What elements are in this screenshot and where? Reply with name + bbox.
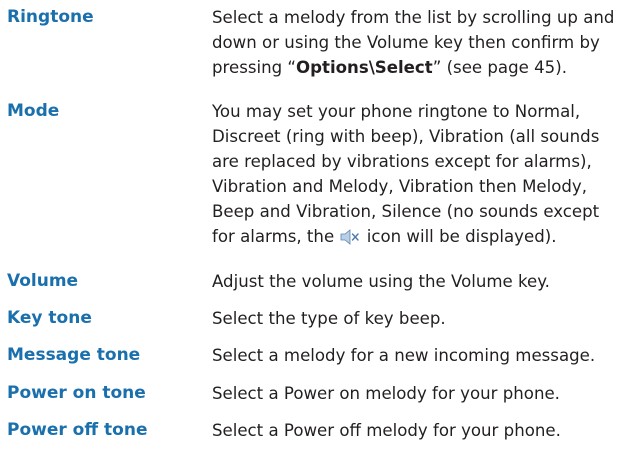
term-power-off-tone: Power off tone (7, 420, 148, 440)
desc-text: for alarms, the (212, 227, 340, 246)
term-message-tone: Message tone (7, 345, 141, 365)
desc-line: Select a Power on melody for your phone. (212, 384, 560, 403)
desc-line: pressing “Options\Select” (see page 45). (212, 55, 644, 80)
desc-volume: Adjust the volume using the Volume key. (212, 269, 644, 294)
desc-line: Vibration and Melody, Vibration then Mel… (212, 177, 587, 196)
term-ringtone: Ringtone (7, 7, 94, 27)
desc-line: Select the type of key beep. (212, 309, 446, 328)
term-key-tone: Key tone (7, 308, 92, 328)
desc-line: You may set your phone ringtone to Norma… (212, 102, 581, 121)
term-mode: Mode (7, 101, 60, 121)
desc-line: Adjust the volume using the Volume key. (212, 272, 550, 291)
desc-line: Select a melody for a new incoming messa… (212, 346, 596, 365)
desc-text: ” (see page 45). (432, 58, 567, 77)
term-power-on-tone: Power on tone (7, 383, 146, 403)
desc-key-tone: Select the type of key beep. (212, 306, 644, 331)
desc-line: down or using the Volume key then confir… (212, 33, 600, 52)
desc-line: for alarms, the icon will be displayed). (212, 224, 644, 249)
desc-ringtone: Select a melody from the list by scrolli… (212, 5, 644, 80)
silent-speaker-icon (339, 227, 361, 245)
desc-line: Discreet (ring with beep), Vibration (al… (212, 127, 600, 146)
term-volume: Volume (7, 271, 79, 291)
options-select-label: Options\Select (296, 58, 433, 77)
desc-message-tone: Select a melody for a new incoming messa… (212, 343, 644, 368)
desc-power-on-tone: Select a Power on melody for your phone. (212, 381, 644, 406)
desc-line: Select a melody from the list by scrolli… (212, 8, 615, 27)
desc-line: are replaced by vibrations except for al… (212, 152, 592, 171)
desc-mode: You may set your phone ringtone to Norma… (212, 99, 644, 249)
desc-line: Beep and Vibration, Silence (no sounds e… (212, 202, 600, 221)
desc-text: pressing “ (212, 58, 297, 77)
desc-line: Select a Power off melody for your phone… (212, 421, 561, 440)
desc-text: icon will be displayed). (361, 227, 557, 246)
desc-power-off-tone: Select a Power off melody for your phone… (212, 418, 644, 443)
